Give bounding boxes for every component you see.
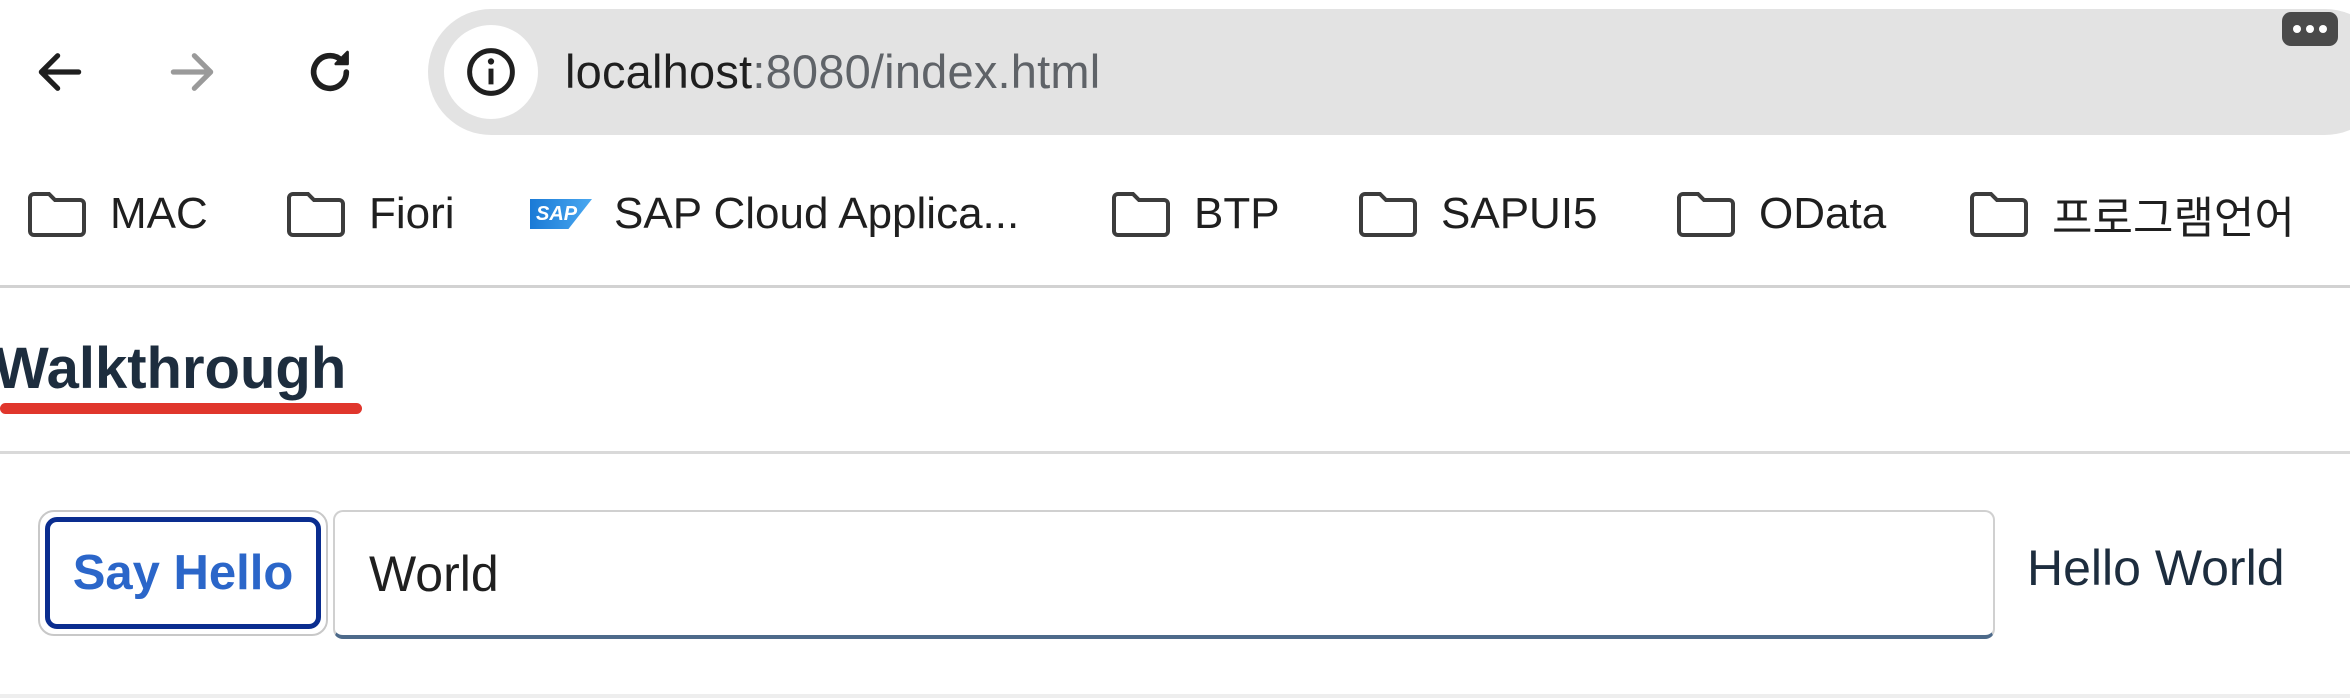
url-text[interactable]: localhost:8080/index.html xyxy=(565,9,1100,135)
greeting-text: Hello World xyxy=(2027,540,2285,596)
title-highlight-underline xyxy=(0,403,362,414)
reload-icon xyxy=(310,50,350,92)
site-info-button[interactable] xyxy=(444,25,538,119)
bookmark-programming-languages[interactable]: 프로그램언어 xyxy=(1968,184,2295,244)
bookmark-label: BTP xyxy=(1194,189,1280,238)
divider xyxy=(0,694,2350,698)
bookmark-sap-cloud[interactable]: SAP SAP Cloud Applica... xyxy=(530,184,1019,244)
app-header: Walkthrough xyxy=(0,291,2350,454)
say-hello-button-label: Say Hello xyxy=(45,517,321,629)
bookmark-label: SAPUI5 xyxy=(1441,189,1598,238)
reload-button[interactable] xyxy=(290,32,370,112)
bookmark-fiori[interactable]: Fiori xyxy=(285,184,455,244)
back-button[interactable] xyxy=(20,32,100,112)
bookmark-label: 프로그램언어 xyxy=(2052,194,2295,243)
address-bar[interactable]: localhost:8080/index.html xyxy=(428,9,2350,135)
bookmark-btp[interactable]: BTP xyxy=(1110,184,1280,244)
more-dots-icon[interactable] xyxy=(2282,12,2338,46)
folder-icon xyxy=(1112,192,1170,237)
main-content: Say Hello Hello World xyxy=(0,454,2350,698)
arrow-right-icon xyxy=(170,53,214,91)
folder-icon xyxy=(28,192,86,237)
bookmark-mac[interactable]: MAC xyxy=(26,184,208,244)
url-host: localhost xyxy=(565,45,753,98)
say-hello-button[interactable]: Say Hello xyxy=(38,510,328,636)
folder-icon xyxy=(1970,192,2028,237)
bookmark-odata[interactable]: OData xyxy=(1675,184,1886,244)
url-path: :8080/index.html xyxy=(752,45,1101,98)
info-icon xyxy=(467,48,515,96)
sap-logo-icon: SAP xyxy=(530,199,592,229)
bookmark-label: Fiori xyxy=(369,189,455,238)
folder-icon xyxy=(1359,192,1417,237)
bookmarks-bar: MAC Fiori SAP SAP Cloud Applica... BTP S… xyxy=(0,140,2350,288)
bookmark-label: SAP Cloud Applica... xyxy=(614,189,1020,238)
forward-button[interactable] xyxy=(152,32,232,112)
bookmark-label: OData xyxy=(1759,189,1887,238)
bookmark-label: MAC xyxy=(110,189,208,238)
folder-icon xyxy=(287,192,345,237)
arrow-left-icon xyxy=(38,53,82,91)
name-input[interactable] xyxy=(333,510,1995,639)
bookmark-sapui5[interactable]: SAPUI5 xyxy=(1357,184,1598,244)
browser-toolbar: localhost:8080/index.html xyxy=(0,0,2350,140)
folder-icon xyxy=(1677,192,1735,237)
page-title: Walkthrough xyxy=(0,336,347,401)
